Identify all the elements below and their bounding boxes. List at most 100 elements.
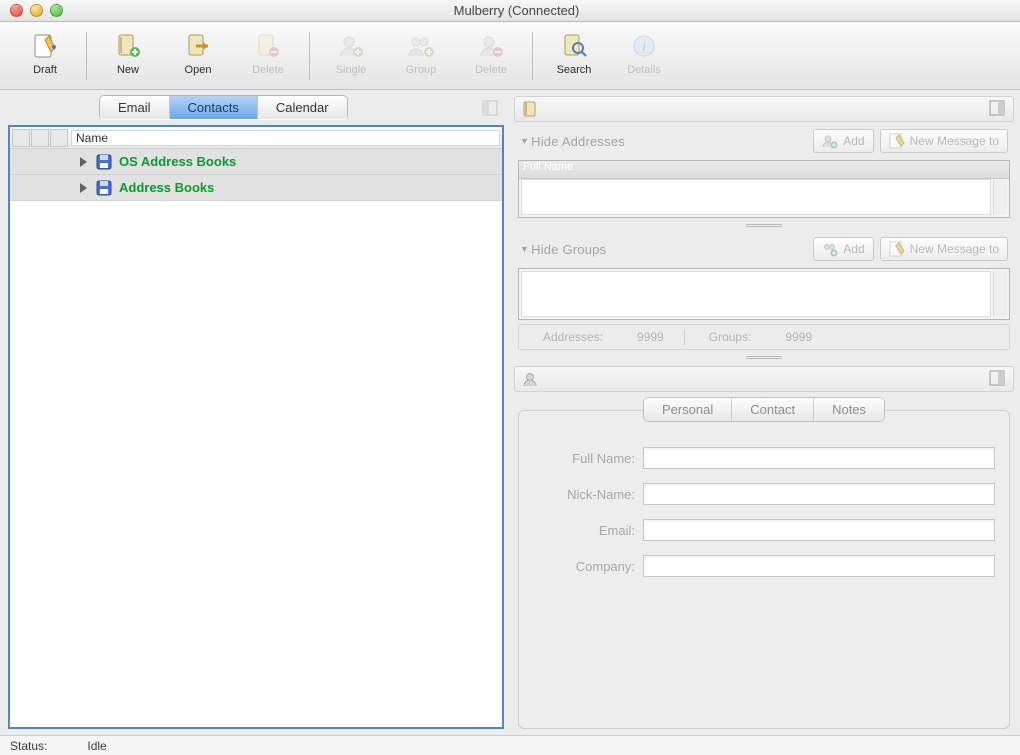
search-icon (558, 30, 590, 62)
addressbook-small-icon (521, 100, 539, 118)
add-group-icon (822, 241, 838, 257)
form-row: Nick-Name: (533, 483, 995, 505)
tree-col-icon[interactable] (12, 129, 30, 147)
single-contact-button[interactable]: Single (316, 28, 386, 84)
group-contact-button[interactable]: Group (386, 28, 456, 84)
toolbar-separator (532, 32, 533, 80)
nick-name-label: Nick-Name: (533, 487, 643, 502)
company-label: Company: (533, 559, 643, 574)
tab-calendar[interactable]: Calendar (258, 96, 347, 119)
open-addressbook-icon (182, 30, 214, 62)
toolbar: Draft New Open Delete Single Group (0, 22, 1020, 90)
search-button[interactable]: Search (539, 28, 609, 84)
counts-row: Addresses: 9999 Groups: 9999 (518, 324, 1010, 350)
new-button[interactable]: New (93, 28, 163, 84)
single-contact-icon (335, 30, 367, 62)
disclosure-triangle-icon[interactable] (80, 183, 87, 193)
status-value: Idle (87, 739, 106, 753)
delete-addressbook-button[interactable]: Delete (233, 28, 303, 84)
disclosure-triangle-icon[interactable] (80, 157, 87, 167)
details-button[interactable]: i Details (609, 28, 679, 84)
groups-section-head: Hide Groups Add New Message to (514, 234, 1014, 264)
right-header-strip (514, 96, 1014, 122)
splitter-handle[interactable] (514, 354, 1014, 362)
scrollbar[interactable] (993, 271, 1007, 317)
compose-icon (889, 133, 905, 149)
tree-item-label: OS Address Books (119, 154, 236, 169)
groups-list-body[interactable] (521, 271, 991, 317)
contact-detail-panel: Personal Contact Notes Full Name: Nick-N… (518, 410, 1010, 729)
addresses-section-head: Hide Addresses Add New Message to (514, 126, 1014, 156)
tab-notes[interactable]: Notes (814, 398, 884, 421)
tree-body[interactable]: OS Address Books Address Books (10, 149, 502, 727)
new-message-to-group-button[interactable]: New Message to (880, 237, 1008, 261)
delete-contact-icon (475, 30, 507, 62)
full-name-input[interactable] (643, 447, 995, 469)
details-icon: i (628, 30, 660, 62)
tab-contacts[interactable]: Contacts (170, 96, 258, 119)
addresses-listbox[interactable]: Full Name (518, 160, 1010, 218)
add-contact-icon (822, 133, 838, 149)
compose-icon (889, 241, 905, 257)
disk-icon (95, 179, 113, 197)
main-tab-row: Email Contacts Calendar (100, 96, 504, 119)
splitter-handle[interactable] (514, 222, 1014, 230)
new-message-to-address-button[interactable]: New Message to (880, 129, 1008, 153)
toolbar-separator (86, 32, 87, 80)
tree-item-label: Address Books (119, 180, 214, 195)
draft-icon (29, 30, 61, 62)
status-label: Status: (10, 739, 47, 753)
new-message-to-group-label: New Message to (910, 242, 999, 256)
form-row: Email: (533, 519, 995, 541)
add-address-label: Add (843, 134, 864, 148)
addresses-column-header[interactable]: Full Name (519, 161, 1009, 179)
right-pane: Hide Addresses Add New Message to Full N… (510, 90, 1020, 735)
add-group-button[interactable]: Add (813, 237, 873, 261)
delete-contact-button[interactable]: Delete (456, 28, 526, 84)
addresses-list-body[interactable] (521, 179, 991, 215)
tree-column-header[interactable]: Name (71, 130, 500, 146)
titlebar: Mulberry (Connected) (0, 0, 1020, 22)
delete-addressbook-icon (252, 30, 284, 62)
address-book-tree: Name OS Address Books Address Books (8, 125, 504, 729)
new-addressbook-icon (112, 30, 144, 62)
add-group-label: Add (843, 242, 864, 256)
addresses-count-value: 9999 (617, 330, 684, 344)
tree-row[interactable]: Address Books (10, 175, 502, 201)
tree-col-icon[interactable] (50, 129, 68, 147)
detail-tabs: Personal Contact Notes (644, 398, 884, 421)
collapse-right-icon[interactable] (989, 100, 1007, 118)
form-row: Company: (533, 555, 995, 577)
tab-contact[interactable]: Contact (732, 398, 814, 421)
contact-small-icon (521, 370, 539, 388)
scrollbar[interactable] (993, 179, 1007, 215)
tree-header-icons (10, 129, 69, 147)
open-button[interactable]: Open (163, 28, 233, 84)
selected-contact-strip (514, 366, 1014, 392)
left-pane: Email Contacts Calendar Name (0, 90, 510, 735)
collapse-detail-icon[interactable] (989, 370, 1007, 388)
tab-email[interactable]: Email (100, 96, 170, 119)
add-address-button[interactable]: Add (813, 129, 873, 153)
email-input[interactable] (643, 519, 995, 541)
draft-button[interactable]: Draft (10, 28, 80, 84)
main-tabs: Email Contacts Calendar (100, 96, 347, 119)
new-message-to-address-label: New Message to (910, 134, 999, 148)
groups-count-value: 9999 (765, 330, 832, 344)
hide-groups-toggle[interactable]: Hide Groups (520, 242, 606, 257)
addresses-count-label: Addresses: (519, 330, 617, 344)
company-input[interactable] (643, 555, 995, 577)
tree-col-icon[interactable] (31, 129, 49, 147)
nick-name-input[interactable] (643, 483, 995, 505)
full-name-label: Full Name: (533, 451, 643, 466)
collapse-left-icon[interactable] (482, 100, 498, 116)
tab-personal[interactable]: Personal (644, 398, 732, 421)
tree-header: Name (10, 127, 502, 149)
email-label: Email: (533, 523, 643, 538)
toolbar-separator (309, 32, 310, 80)
hide-addresses-toggle[interactable]: Hide Addresses (520, 134, 625, 149)
group-contact-icon (405, 30, 437, 62)
window-title: Mulberry (Connected) (13, 3, 1020, 18)
tree-row[interactable]: OS Address Books (10, 149, 502, 175)
groups-listbox[interactable] (518, 268, 1010, 320)
